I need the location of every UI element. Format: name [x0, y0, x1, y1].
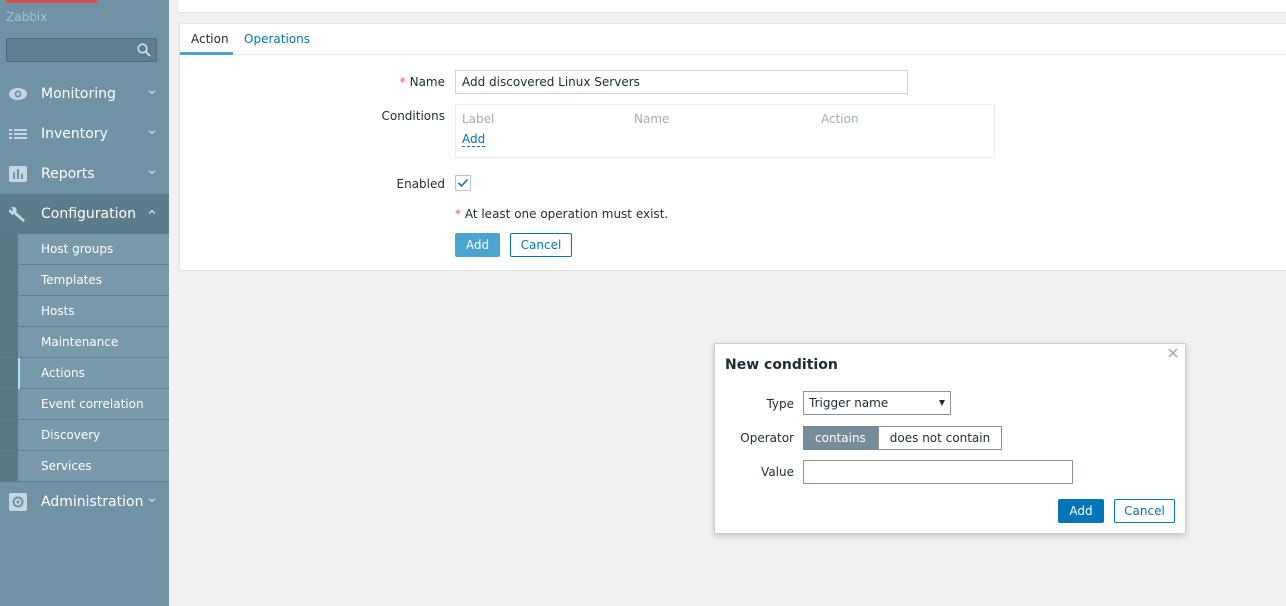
- dialog-add-button[interactable]: Add: [1058, 499, 1104, 523]
- form-tabs: Action Operations: [180, 24, 1286, 55]
- header-strip: [179, 0, 1286, 13]
- menu-administration[interactable]: Administration: [0, 482, 169, 522]
- checkmark-icon: [457, 178, 469, 188]
- required-marker: *: [455, 207, 461, 221]
- column-header-name: Name: [634, 112, 670, 126]
- add-condition-link[interactable]: Add: [462, 132, 486, 147]
- close-icon[interactable]: [1167, 347, 1179, 359]
- menu-label: Reports: [41, 166, 95, 182]
- tab-operations[interactable]: Operations: [244, 32, 310, 46]
- chevron-down-icon: [148, 90, 156, 95]
- gear-icon: [9, 493, 27, 511]
- search-icon[interactable]: [137, 43, 151, 57]
- add-button[interactable]: Add: [455, 233, 500, 257]
- conditions-label: Conditions: [381, 109, 445, 123]
- wrench-icon: [9, 207, 25, 222]
- chevron-down-icon: [148, 498, 156, 503]
- sidebar-item-services[interactable]: Services: [0, 451, 169, 482]
- operator-not-contains-button[interactable]: does not contain: [877, 426, 1003, 450]
- name-field[interactable]: [455, 70, 908, 94]
- chevron-down-icon: [148, 170, 156, 175]
- sidebar-item-templates[interactable]: Templates: [0, 265, 169, 296]
- type-label: Type: [766, 397, 794, 411]
- configuration-submenu: Host groups Templates Hosts Maintenance …: [0, 234, 169, 482]
- chevron-up-icon: [148, 209, 156, 214]
- menu-configuration[interactable]: Configuration: [0, 194, 169, 234]
- chevron-down-icon: [148, 130, 156, 135]
- operator-label: Operator: [740, 431, 794, 445]
- type-select-value: Trigger name: [809, 396, 889, 410]
- sidebar-item-event-correlation[interactable]: Event correlation: [0, 389, 169, 420]
- eye-icon: [9, 88, 27, 100]
- search-input[interactable]: [6, 38, 157, 62]
- type-select[interactable]: Trigger name: [803, 391, 951, 415]
- sidebar-item-host-groups[interactable]: Host groups: [0, 234, 169, 265]
- list-icon: [9, 129, 27, 139]
- required-marker: *: [399, 75, 406, 89]
- brand-bar: [6, 0, 97, 3]
- menu-monitoring[interactable]: Monitoring: [0, 74, 169, 114]
- action-form: Action Operations * Name Conditions Labe…: [179, 23, 1286, 271]
- value-label: Value: [761, 465, 794, 479]
- operator-toggle: contains does not contain: [803, 426, 1003, 450]
- sidebar-item-hosts[interactable]: Hosts: [0, 296, 169, 327]
- column-header-action: Action: [821, 112, 859, 126]
- cancel-button[interactable]: Cancel: [510, 233, 572, 257]
- enabled-label: Enabled: [396, 177, 446, 191]
- name-label: * Name: [345, 75, 445, 89]
- menu-inventory[interactable]: Inventory: [0, 114, 169, 154]
- new-condition-dialog: New condition Type Trigger name Operator…: [714, 343, 1186, 534]
- sidebar: Zabbix Monitoring Inventory Reports Conf…: [0, 0, 169, 606]
- validation-note: * At least one operation must exist.: [455, 207, 668, 221]
- bar-chart-icon: [9, 166, 27, 182]
- sidebar-item-discovery[interactable]: Discovery: [0, 420, 169, 451]
- operator-contains-button[interactable]: contains: [803, 426, 878, 450]
- menu-label: Monitoring: [41, 86, 116, 102]
- value-field[interactable]: [803, 460, 1073, 484]
- brand-logo[interactable]: Zabbix: [6, 10, 47, 24]
- menu-label: Configuration: [41, 206, 136, 222]
- menu-label: Inventory: [41, 126, 108, 142]
- menu-label: Administration: [41, 494, 144, 510]
- column-header-label: Label: [462, 112, 495, 126]
- dialog-cancel-button[interactable]: Cancel: [1114, 499, 1175, 523]
- menu-reports[interactable]: Reports: [0, 154, 169, 194]
- sidebar-item-maintenance[interactable]: Maintenance: [0, 327, 169, 358]
- enabled-checkbox[interactable]: [455, 175, 471, 191]
- conditions-table: Label Name Action Add: [455, 104, 995, 158]
- active-tab-indicator: [180, 52, 233, 55]
- name-label-text: Name: [409, 75, 445, 89]
- tab-action[interactable]: Action: [191, 32, 229, 46]
- validation-note-text: At least one operation must exist.: [464, 207, 669, 221]
- sidebar-item-actions[interactable]: Actions: [0, 358, 169, 389]
- dialog-title: New condition: [725, 357, 838, 373]
- dropdown-arrow-icon: [939, 400, 945, 406]
- main-menu: Monitoring Inventory Reports Configurati…: [0, 74, 169, 522]
